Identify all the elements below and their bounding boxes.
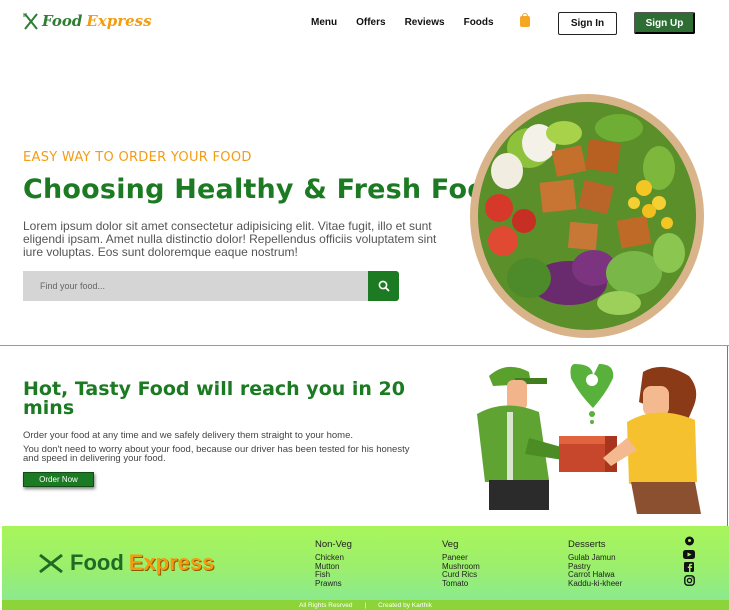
credit-text: Created by Karthik (378, 601, 432, 609)
footer-column-desserts: Desserts Gulab Jamun Pastry Carrot Halwa… (568, 539, 622, 588)
shopping-bag-icon[interactable] (520, 13, 530, 27)
youtube-icon[interactable] (683, 549, 695, 559)
fork-knife-icon (39, 553, 63, 574)
delivery-title: Hot, Tasty Food will reach you in 20 min… (23, 378, 405, 419)
footer-link[interactable]: Kaddu-ki-kheer (568, 579, 622, 589)
nav-item-menu[interactable]: Menu (311, 17, 337, 28)
order-now-button[interactable]: Order Now (23, 472, 94, 487)
sign-up-button[interactable]: Sign Up (634, 12, 695, 34)
facebook-icon[interactable] (683, 562, 695, 572)
nav-item-reviews[interactable]: Reviews (405, 17, 445, 28)
sign-in-button[interactable]: Sign In (558, 12, 617, 35)
instagram-icon[interactable] (683, 574, 695, 586)
edge-line (727, 346, 728, 526)
delivery-illustration (477, 364, 701, 514)
footer-logo-word-2: Express (128, 550, 215, 575)
brand-word-1: Food (42, 12, 83, 30)
copyright-bar: All Rights Resrved | Created by Karthik (2, 600, 729, 610)
footer-logo[interactable]: Food Express (36, 550, 214, 576)
delivery-text-2: You don't need to worry about your food,… (23, 444, 410, 464)
hero-eyebrow: EASY WAY TO ORDER YOUR FOOD (23, 150, 252, 165)
column-title: Veg (442, 539, 459, 550)
column-title: Non-Veg (315, 539, 352, 550)
footer-logo-word-1: Food (70, 550, 124, 575)
rights-text: All Rights Resrved (298, 601, 353, 609)
page: Food Express Menu Offers Reviews Foods S… (0, 0, 729, 610)
footer-column-nonveg: Non-Veg Chicken Mutton Fish Prawns (315, 539, 352, 588)
brand-word-2: Express (86, 12, 152, 30)
main-menu: Menu Offers Reviews Foods (311, 17, 513, 28)
food-search-bar (23, 271, 399, 301)
section-divider (0, 345, 729, 346)
salad-bowl-image (470, 94, 704, 338)
search-icon (378, 280, 390, 292)
nav-item-offers[interactable]: Offers (356, 17, 385, 28)
navbar: Food Express Menu Offers Reviews Foods S… (0, 0, 729, 46)
separator: | (364, 601, 367, 609)
fork-knife-icon (23, 13, 38, 30)
delivery-text-1: Order your food at any time and we safel… (23, 430, 354, 441)
search-input[interactable] (23, 271, 368, 301)
social-links (683, 536, 695, 586)
footer: Food Express Non-Veg Chicken Mutton Fish… (2, 526, 729, 600)
hero-title: Choosing Healthy & Fresh Food (23, 174, 506, 205)
brand-logo[interactable]: Food Express (22, 11, 152, 31)
hero-description: Lorem ipsum dolor sit amet consectetur a… (23, 219, 437, 259)
search-button[interactable] (368, 271, 399, 301)
footer-link[interactable]: Prawns (315, 579, 352, 589)
footer-column-veg: Veg Paneer Mushroom Curd Rics Tomato (442, 539, 480, 588)
footer-link[interactable]: Tomato (442, 579, 480, 589)
column-title: Desserts (568, 539, 606, 550)
location-icon[interactable] (683, 536, 695, 546)
nav-item-foods[interactable]: Foods (464, 17, 494, 28)
